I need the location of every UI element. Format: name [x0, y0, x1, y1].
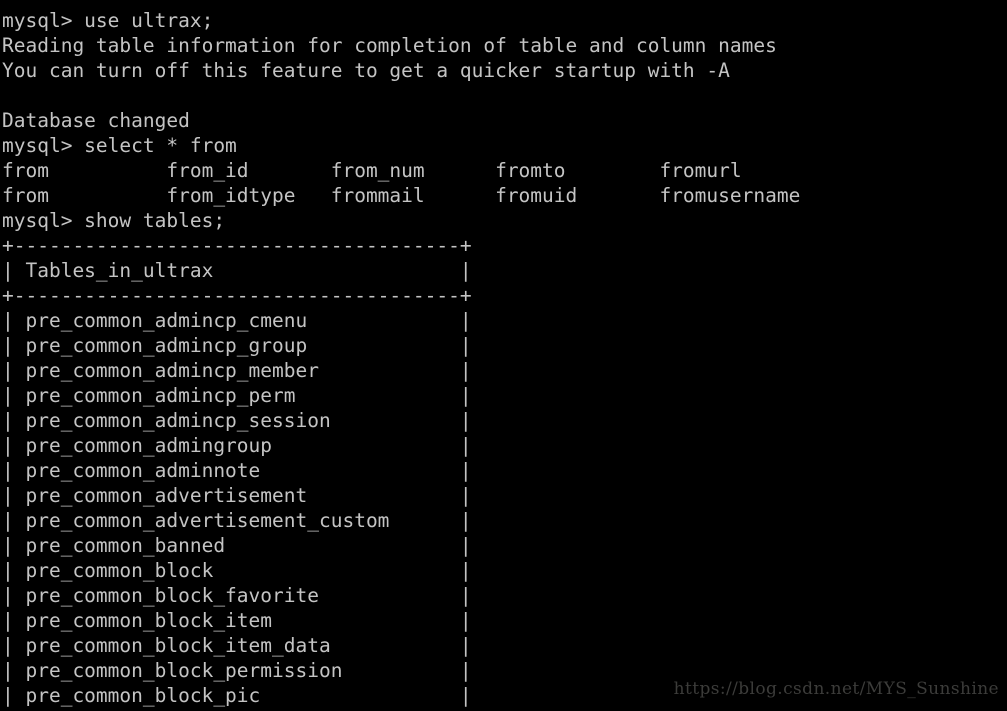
table-row: | pre_common_admincp_member | [2, 359, 472, 382]
terminal-line-command-select: mysql> select * from [2, 134, 237, 157]
table-column-header: | Tables_in_ultrax | [2, 259, 472, 282]
terminal-line-command-show-tables: mysql> show tables; [2, 209, 226, 232]
table-row: | pre_common_banned | [2, 534, 472, 557]
table-row: | pre_common_block_item_data | [2, 634, 472, 657]
terminal-line-turn-off-feature: You can turn off this feature to get a q… [2, 59, 730, 82]
table-row: | pre_common_block_favorite | [2, 584, 472, 607]
table-row: | pre_common_block_permission | [2, 659, 472, 682]
table-row: | pre_common_admincp_group | [2, 334, 472, 357]
terminal-window[interactable]: mysql> use ultrax; Reading table informa… [0, 0, 1007, 711]
table-row: | pre_common_admincp_session | [2, 409, 472, 432]
terminal-line-reading-table-info: Reading table information for completion… [2, 34, 777, 57]
table-border-header: +--------------------------------------+ [2, 284, 472, 307]
table-row: | pre_common_block_pic | [2, 684, 472, 707]
table-row: | pre_common_adminnote | [2, 459, 472, 482]
terminal-line-completion-row-1: from from_id from_num fromto fromurl [2, 159, 742, 182]
terminal-line-completion-row-2: from from_idtype frommail fromuid fromus… [2, 184, 801, 207]
table-row: | pre_common_advertisement_custom | [2, 509, 472, 532]
table-row: | pre_common_admincp_cmenu | [2, 309, 472, 332]
terminal-line-command-use: mysql> use ultrax; [2, 9, 214, 32]
table-row: | pre_common_block_item | [2, 609, 472, 632]
terminal-screen: mysql> use ultrax; Reading table informa… [2, 8, 1007, 708]
table-row: | pre_common_admincp_perm | [2, 384, 472, 407]
table-border-top: +--------------------------------------+ [2, 234, 472, 257]
table-row: | pre_common_block | [2, 559, 472, 582]
table-row: | pre_common_advertisement | [2, 484, 472, 507]
table-row: | pre_common_admingroup | [2, 434, 472, 457]
terminal-line-database-changed: Database changed [2, 109, 190, 132]
